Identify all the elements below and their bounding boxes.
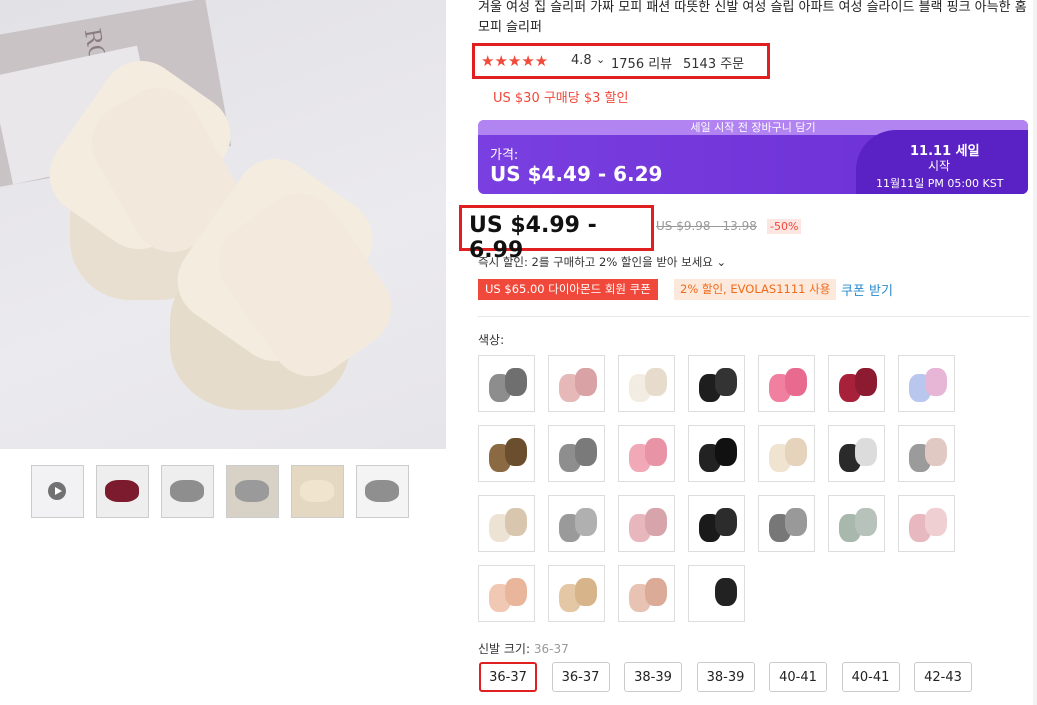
size-option-button[interactable]: 40-41 (841, 662, 900, 692)
size-option-button[interactable]: 36-37 (551, 662, 610, 692)
diamond-coupon[interactable]: US $65.00 다이아몬드 회원 쿠폰 (478, 279, 658, 300)
color-swatch[interactable] (548, 495, 605, 552)
thumbnail-image[interactable] (161, 465, 214, 518)
color-swatch[interactable] (688, 355, 745, 412)
main-product-image: ROLF (0, 0, 446, 449)
color-label: 색상: (478, 333, 505, 347)
size-option-button[interactable]: 42-43 (914, 662, 972, 692)
color-swatch[interactable] (548, 425, 605, 482)
instant-discount[interactable]: 즉시 할인: 2를 구매하고 2% 할인을 받아 보세요 ⌄ (478, 254, 726, 270)
size-option-button[interactable]: 38-39 (696, 662, 755, 692)
color-swatch[interactable] (478, 355, 535, 412)
size-option-button[interactable]: 36-37 (479, 662, 537, 692)
color-swatch[interactable] (478, 425, 535, 482)
current-price-box: US $4.99 - 6.99 (459, 205, 654, 263)
review-count[interactable]: 1756 리뷰 (611, 53, 672, 72)
color-swatch[interactable] (478, 565, 535, 622)
color-swatch[interactable] (828, 355, 885, 412)
color-swatch[interactable] (898, 355, 955, 412)
color-swatch[interactable] (548, 565, 605, 622)
banner-price: US $4.49 - 6.29 (490, 162, 663, 186)
color-swatch[interactable] (548, 355, 605, 412)
color-swatch[interactable] (758, 495, 815, 552)
size-option-button[interactable]: 40-41 (769, 662, 827, 692)
discount-badge: -50% (767, 219, 802, 234)
color-swatch[interactable] (618, 565, 675, 622)
sale-start-date: 11월11일 PM 05:00 KST (876, 177, 1004, 190)
thumbnail-image[interactable] (356, 465, 409, 518)
chevron-down-icon[interactable]: ⌄ (596, 53, 605, 66)
sale-banner: 세일 시작 전 장바구니 담기 가격: US $4.49 - 6.29 11.1… (478, 120, 1028, 194)
color-swatch[interactable] (758, 355, 815, 412)
rating-summary: ★★★★★ 4.8 ⌄ 1756 리뷰 5143 주문 (472, 43, 770, 79)
thumbnail-image[interactable] (226, 465, 279, 518)
product-title: 겨울 여성 집 슬리퍼 가짜 모피 패션 따뜻한 신발 여성 슬립 아파트 여성… (478, 0, 1027, 35)
banner-price-label: 가격: (490, 148, 519, 163)
order-count: 5143 주문 (683, 57, 745, 72)
code-coupon[interactable]: 2% 할인, EVOLAS1111 사용 (674, 279, 837, 300)
color-swatch[interactable] (828, 495, 885, 552)
color-swatch[interactable] (478, 495, 535, 552)
sale-start-label: 시작 (928, 159, 951, 173)
thumbnail-video[interactable] (31, 465, 84, 518)
size-option-button[interactable]: 38-39 (624, 662, 682, 692)
color-swatch[interactable] (898, 495, 955, 552)
color-swatch[interactable] (688, 565, 745, 622)
original-price: US $9.98 - 13.98 (656, 219, 757, 233)
divider (478, 316, 1030, 317)
color-swatch[interactable] (688, 425, 745, 482)
rating-score[interactable]: 4.8 (571, 53, 592, 68)
store-promo: US $30 구매당 $3 할인 (493, 91, 629, 106)
color-swatch[interactable] (618, 355, 675, 412)
color-swatch[interactable] (618, 495, 675, 552)
color-swatch[interactable] (898, 425, 955, 482)
get-coupon-link[interactable]: 쿠폰 받기 (841, 280, 893, 299)
star-rating-icon: ★★★★★ (481, 52, 549, 70)
size-label: 신발 크기: 36-37 (478, 642, 569, 656)
color-swatch[interactable] (618, 425, 675, 482)
thumbnail-image[interactable] (291, 465, 344, 518)
play-icon (48, 482, 66, 500)
scrollbar[interactable] (1033, 0, 1037, 705)
color-swatch[interactable] (688, 495, 745, 552)
color-swatch[interactable] (758, 425, 815, 482)
color-swatch[interactable] (828, 425, 885, 482)
thumbnail-image[interactable] (96, 465, 149, 518)
